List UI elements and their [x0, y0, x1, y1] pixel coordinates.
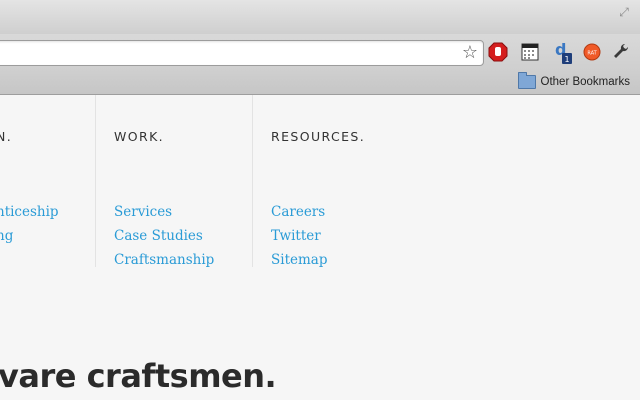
bookmarks-bar: Other Bookmarks [0, 70, 640, 95]
footer-link-craftsmanship[interactable]: Craftsmanship [114, 248, 214, 272]
stop-sign-icon[interactable] [488, 42, 508, 62]
footer-link-twitter[interactable]: Twitter [271, 224, 327, 248]
delicious-badge-count: 1 [564, 55, 569, 64]
footer-heading-resources: RESOURCES. [271, 129, 366, 144]
footer-link-sitemap[interactable]: Sitemap [271, 248, 327, 272]
window-titlebar: ⤢ [0, 0, 640, 34]
folder-icon [517, 72, 536, 89]
footer-link-case-studies[interactable]: Case Studies [114, 224, 214, 248]
footer-link-services[interactable]: Services [114, 200, 214, 224]
delicious-icon[interactable]: d 1 [552, 40, 574, 66]
footer-link[interactable]: ng [0, 224, 59, 248]
footer-link-careers[interactable]: Careers [271, 200, 327, 224]
footer-links-partial: nticeship ng [0, 200, 59, 248]
star-icon[interactable]: ☆ [462, 42, 478, 64]
fullscreen-icon[interactable]: ⤢ [616, 4, 632, 20]
address-bar[interactable]: ☆ [0, 40, 484, 66]
footer-links-work: Services Case Studies Craftsmanship [114, 200, 214, 272]
page-content: N. nticeship ng WORK. Services Case Stud… [0, 95, 640, 400]
footer-links-resources: Careers Twitter Sitemap [271, 200, 327, 272]
browser-toolbar: ☆ d 1 RAT [0, 34, 640, 70]
column-divider [95, 95, 96, 267]
footer-heading-work: WORK. [114, 129, 165, 144]
ratings-badge-icon[interactable]: RAT [582, 42, 602, 62]
hero-headline: vare craftsmen. [0, 357, 277, 395]
other-bookmarks-label: Other Bookmarks [540, 76, 630, 88]
other-bookmarks-folder[interactable]: Other Bookmarks [517, 72, 630, 92]
calendar-icon[interactable] [520, 42, 540, 62]
wrench-icon[interactable] [612, 42, 632, 62]
footer-link[interactable]: nticeship [0, 200, 59, 224]
footer-heading-partial: N. [0, 129, 13, 144]
ratings-badge-text: RAT [587, 51, 597, 57]
column-divider [252, 95, 253, 267]
